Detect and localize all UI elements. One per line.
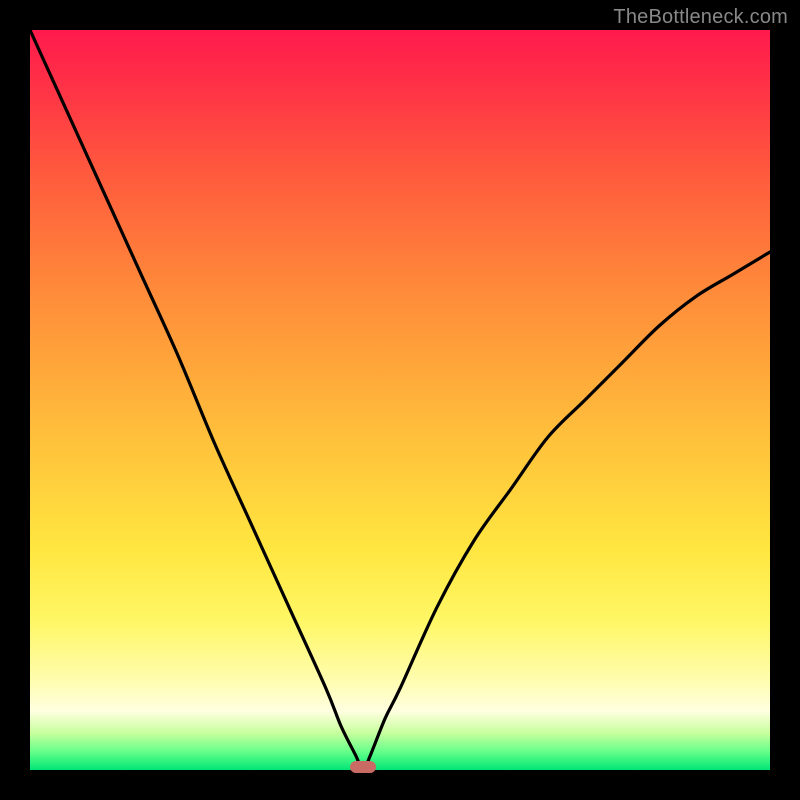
optimum-marker xyxy=(350,761,376,773)
chart-frame: TheBottleneck.com xyxy=(0,0,800,800)
plot-area xyxy=(30,30,770,770)
watermark-text: TheBottleneck.com xyxy=(613,6,788,29)
bottleneck-curve xyxy=(30,30,770,770)
